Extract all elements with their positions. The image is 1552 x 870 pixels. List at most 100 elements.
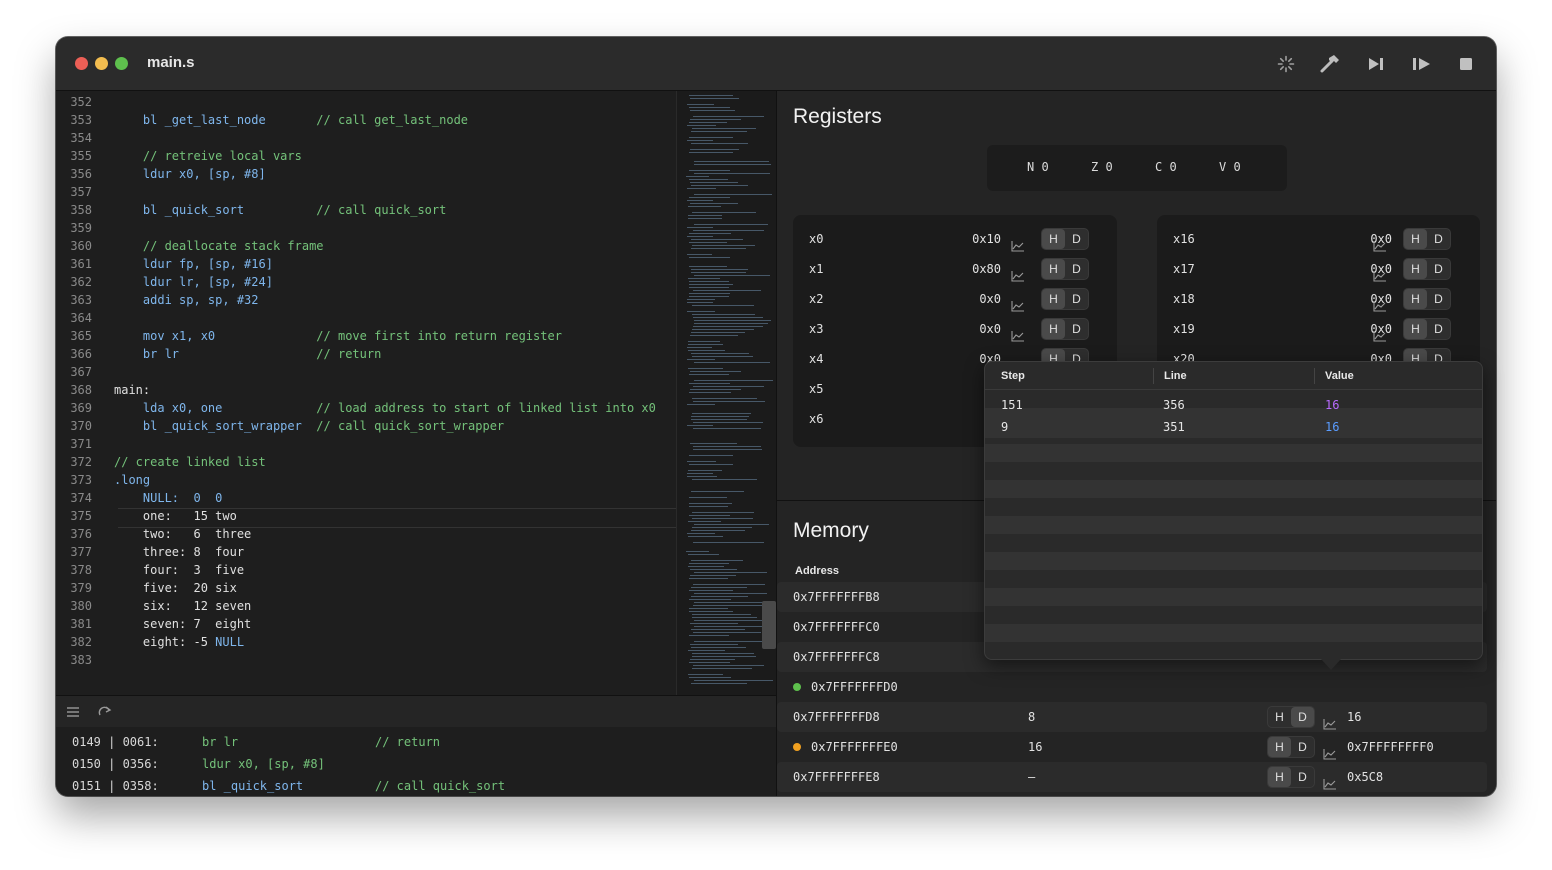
- line-number[interactable]: 375: [56, 507, 92, 525]
- code-text: // deallocate stack frame: [114, 237, 324, 255]
- history-row[interactable]: 9 351 16: [985, 416, 1482, 438]
- line-number[interactable]: 369: [56, 399, 92, 417]
- register-value[interactable]: 0x10: [972, 224, 1001, 254]
- hex-dec-toggle[interactable]: HD: [1041, 318, 1089, 340]
- trace-row[interactable]: 0149 | 0061: br lr // return: [72, 731, 440, 753]
- dec-button[interactable]: D: [1291, 707, 1314, 727]
- redo-icon[interactable]: [98, 705, 112, 724]
- dec-button[interactable]: D: [1291, 737, 1314, 757]
- dec-button[interactable]: D: [1065, 319, 1088, 339]
- step-over-icon[interactable]: [1364, 52, 1388, 76]
- line-number[interactable]: 378: [56, 561, 92, 579]
- minimap-line: [694, 680, 773, 681]
- trace-row[interactable]: 0150 | 0356: ldur x0, [sp, #8]: [72, 753, 325, 775]
- stop-icon[interactable]: [1454, 52, 1478, 76]
- line-number[interactable]: 371: [56, 435, 92, 453]
- hex-dec-toggle[interactable]: HD: [1041, 288, 1089, 310]
- line-number[interactable]: 354: [56, 129, 92, 147]
- close-window-button[interactable]: [75, 57, 88, 70]
- dec-button[interactable]: D: [1291, 767, 1314, 787]
- step-column-header[interactable]: Step: [1001, 370, 1025, 382]
- memory-row[interactable]: 0x7FFFFFFFD8 8 H D 16: [777, 702, 1487, 732]
- history-row[interactable]: 151 356 16: [985, 394, 1482, 416]
- hex-dec-toggle[interactable]: HD: [1403, 258, 1451, 280]
- hex-dec-toggle[interactable]: HD: [1403, 228, 1451, 250]
- hex-dec-toggle[interactable]: HD: [1267, 736, 1315, 758]
- hex-button[interactable]: H: [1404, 289, 1427, 309]
- hex-button[interactable]: H: [1042, 259, 1065, 279]
- hex-button[interactable]: H: [1268, 767, 1291, 787]
- minimap-scroll-thumb[interactable]: [762, 601, 776, 649]
- memory-row[interactable]: 0x7FFFFFFFF0–HD0x0: [777, 792, 1487, 796]
- line-number[interactable]: 358: [56, 201, 92, 219]
- line-number[interactable]: 362: [56, 273, 92, 291]
- line-number[interactable]: 359: [56, 219, 92, 237]
- line-number[interactable]: 373: [56, 471, 92, 489]
- minimap[interactable]: [676, 91, 776, 695]
- hex-dec-toggle[interactable]: HD: [1041, 258, 1089, 280]
- dec-button[interactable]: D: [1427, 259, 1450, 279]
- line-number[interactable]: 360: [56, 237, 92, 255]
- hex-button[interactable]: H: [1404, 229, 1427, 249]
- dec-button[interactable]: D: [1065, 229, 1088, 249]
- hex-dec-toggle[interactable]: HD: [1041, 228, 1089, 250]
- line-number[interactable]: 376: [56, 525, 92, 543]
- dec-button[interactable]: D: [1427, 289, 1450, 309]
- hex-dec-toggle[interactable]: HD: [1403, 318, 1451, 340]
- hex-button[interactable]: H: [1404, 319, 1427, 339]
- line-column-header[interactable]: Line: [1164, 370, 1187, 382]
- line-number[interactable]: 356: [56, 165, 92, 183]
- hex-button[interactable]: H: [1042, 229, 1065, 249]
- hex-dec-toggle[interactable]: HD: [1267, 766, 1315, 788]
- hex-button[interactable]: H: [1268, 737, 1291, 757]
- register-value[interactable]: 0x0: [979, 314, 1001, 344]
- line-number[interactable]: 381: [56, 615, 92, 633]
- memory-row[interactable]: 0x7FFFFFFFE0 16 H D 0x7FFFFFFFF0: [777, 732, 1487, 762]
- line-number[interactable]: 368: [56, 381, 92, 399]
- line-number[interactable]: 364: [56, 309, 92, 327]
- line-number[interactable]: 361: [56, 255, 92, 273]
- trace-row[interactable]: 0151 | 0358: bl _quick_sort // call quick_…: [72, 775, 505, 796]
- line-number[interactable]: 370: [56, 417, 92, 435]
- line-number[interactable]: 379: [56, 579, 92, 597]
- flag-v: V 0: [1219, 160, 1241, 174]
- line-number[interactable]: 366: [56, 345, 92, 363]
- line-number[interactable]: 357: [56, 183, 92, 201]
- hex-dec-toggle[interactable]: HD: [1267, 706, 1315, 728]
- value-column-header[interactable]: Value: [1325, 370, 1354, 382]
- list-icon[interactable]: [66, 705, 80, 724]
- hex-dec-toggle[interactable]: HD: [1403, 288, 1451, 310]
- line-number[interactable]: 382: [56, 633, 92, 651]
- line-number[interactable]: 380: [56, 597, 92, 615]
- minimize-window-button[interactable]: [95, 57, 108, 70]
- line-number[interactable]: 374: [56, 489, 92, 507]
- line-number[interactable]: 383: [56, 651, 92, 669]
- register-value[interactable]: 0x80: [972, 254, 1001, 284]
- history-value: 16: [1325, 420, 1340, 434]
- titlebar: main.s: [56, 37, 1496, 91]
- line-number[interactable]: 353: [56, 111, 92, 129]
- code-editor[interactable]: 352 353 bl _get_last_node // call get_las…: [56, 91, 676, 695]
- hex-button[interactable]: H: [1404, 259, 1427, 279]
- dec-button[interactable]: D: [1065, 259, 1088, 279]
- line-number[interactable]: 372: [56, 453, 92, 471]
- register-value[interactable]: 0x0: [979, 284, 1001, 314]
- dec-button[interactable]: D: [1065, 289, 1088, 309]
- line-number[interactable]: 367: [56, 363, 92, 381]
- line-number[interactable]: 363: [56, 291, 92, 309]
- hex-button[interactable]: H: [1268, 707, 1291, 727]
- line-number[interactable]: 352: [56, 93, 92, 111]
- spinner-icon[interactable]: [1274, 52, 1298, 76]
- line-number[interactable]: 365: [56, 327, 92, 345]
- memory-row[interactable]: 0x7FFFFFFFE8 – H D 0x5C8: [777, 762, 1487, 792]
- zoom-window-button[interactable]: [115, 57, 128, 70]
- memory-row[interactable]: 0x7FFFFFFFD0: [777, 672, 1487, 702]
- line-number[interactable]: 377: [56, 543, 92, 561]
- hammer-icon[interactable]: [1318, 52, 1342, 76]
- hex-button[interactable]: H: [1042, 319, 1065, 339]
- dec-button[interactable]: D: [1427, 229, 1450, 249]
- dec-button[interactable]: D: [1427, 319, 1450, 339]
- hex-button[interactable]: H: [1042, 289, 1065, 309]
- line-number[interactable]: 355: [56, 147, 92, 165]
- continue-icon[interactable]: [1410, 52, 1434, 76]
